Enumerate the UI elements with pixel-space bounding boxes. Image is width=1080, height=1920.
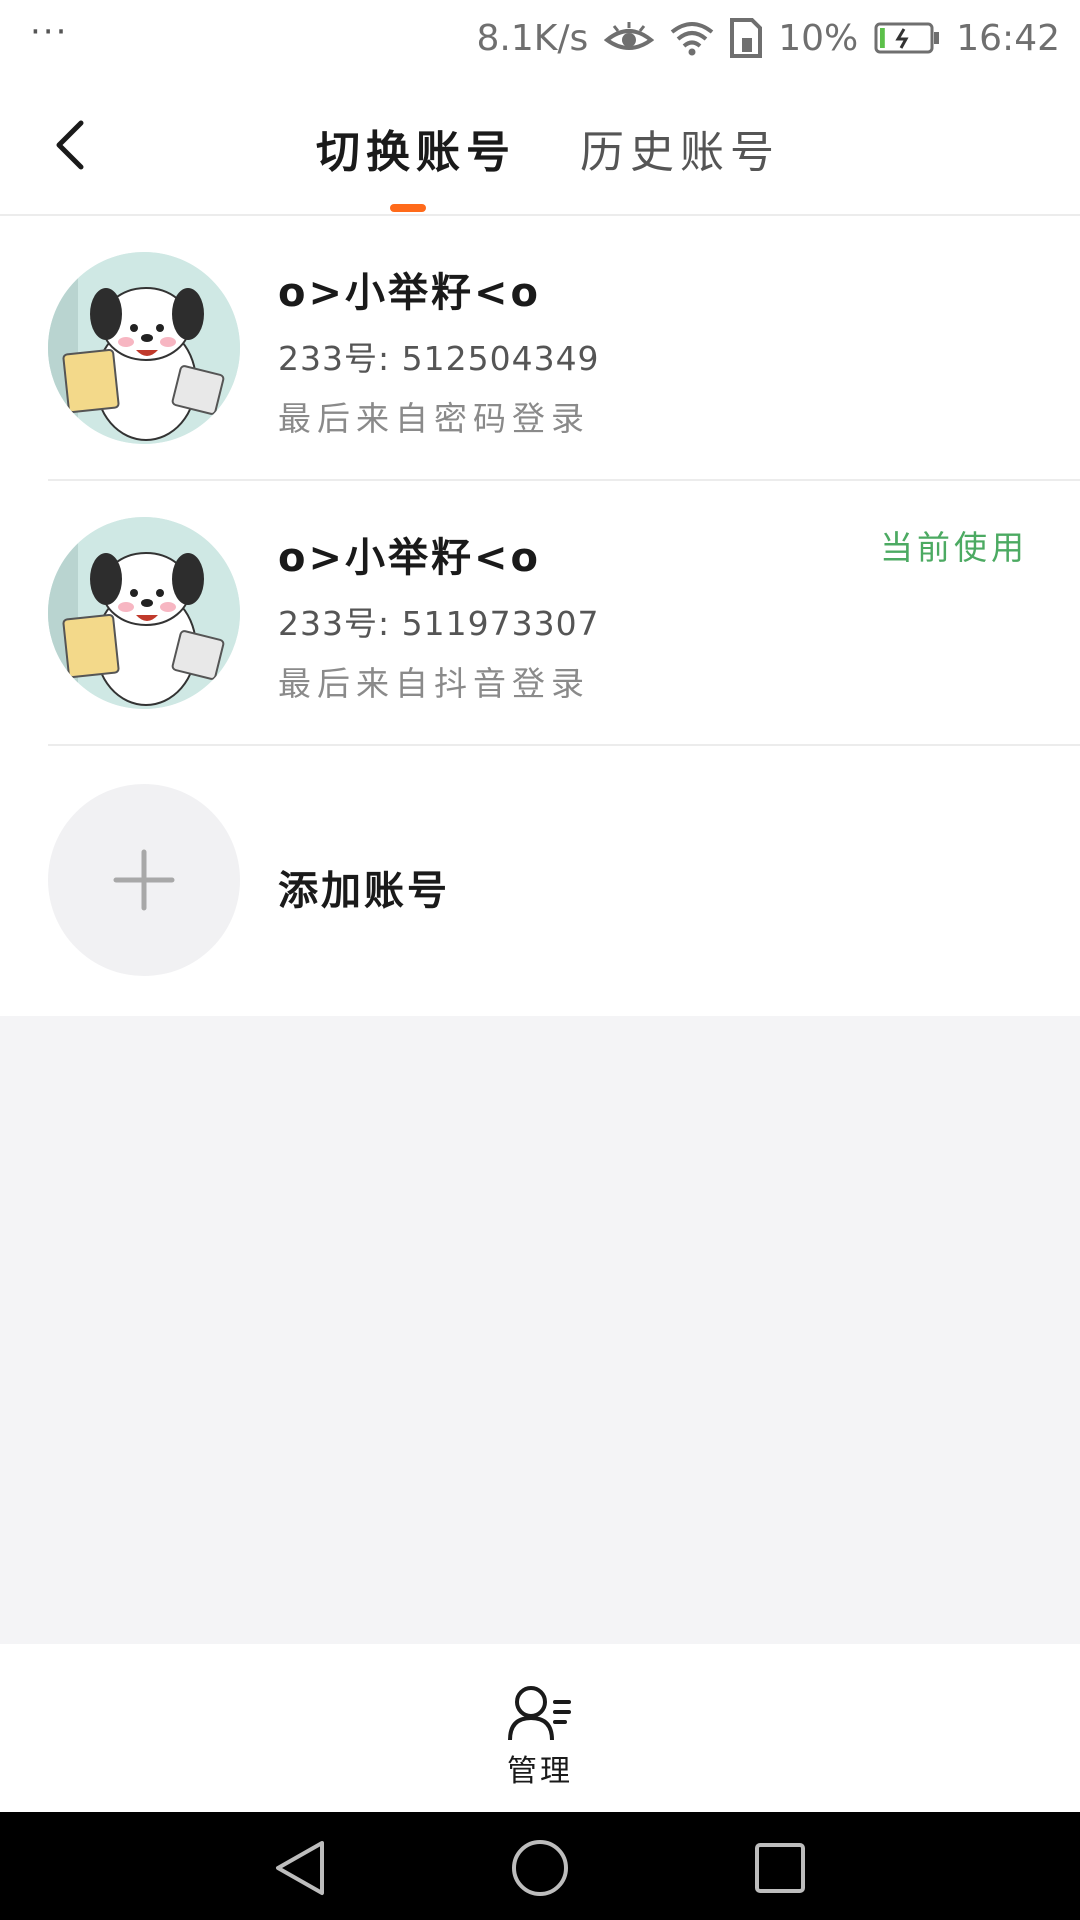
active-tab-indicator [390,204,426,212]
tab-history-account[interactable]: 历史账号 [580,116,780,180]
add-account-circle [48,784,240,976]
add-account-label: 添加账号 [278,868,450,914]
sim-icon [730,18,763,58]
net-speed: 8.1K/s [476,17,589,59]
nav-back-button[interactable] [268,1836,332,1900]
account-row[interactable]: o>小举籽<o 233号: 512504349 最后来自密码登录 [0,216,1080,481]
nav-recents-button[interactable] [748,1836,812,1900]
account-name: o>小举籽<o [278,270,541,316]
manage-label: 管理 [507,1754,573,1789]
battery-icon [874,21,940,55]
account-login-source: 最后来自密码登录 [278,399,590,438]
account-name: o>小举籽<o [278,535,541,581]
account-login-source: 最后来自抖音登录 [278,664,590,703]
user-list-icon [508,1686,571,1741]
wifi-icon [670,20,714,56]
manage-button[interactable]: 管理 [490,1684,590,1804]
circle-home-icon [512,1840,568,1896]
square-recents-icon [755,1843,805,1893]
eye-icon [604,20,655,56]
system-nav-bar [0,1812,1080,1920]
status-right-group: 8.1K/s 10% 16:42 [476,14,1060,62]
triangle-back-icon [276,1841,324,1895]
clock: 16:42 [956,17,1060,59]
account-list: o>小举籽<o 233号: 512504349 最后来自密码登录 o>小举籽<o… [0,216,1080,1016]
current-account-badge: 当前使用 [880,528,1028,567]
status-bar: ··· 8.1K/s 10% 16:42 [0,0,1080,76]
avatar [48,517,240,709]
nav-home-button[interactable] [508,1836,572,1900]
add-account-row[interactable]: 添加账号 [0,746,1080,1016]
chevron-left-icon [56,120,84,170]
battery-percent: 10% [778,17,859,59]
account-row[interactable]: o>小举籽<o 当前使用 233号: 511973307 最后来自抖音登录 [0,481,1080,746]
header: 切换账号 历史账号 [0,76,1080,216]
tab-switch-account[interactable]: 切换账号 [316,116,516,180]
status-overflow-dots: ··· [30,12,69,52]
account-id: 233号: 512504349 [278,339,600,378]
avatar [48,252,240,444]
account-id: 233号: 511973307 [278,604,600,643]
manage-bar: 管理 [0,1644,1080,1812]
back-button[interactable] [40,110,100,180]
plus-icon [113,849,175,911]
